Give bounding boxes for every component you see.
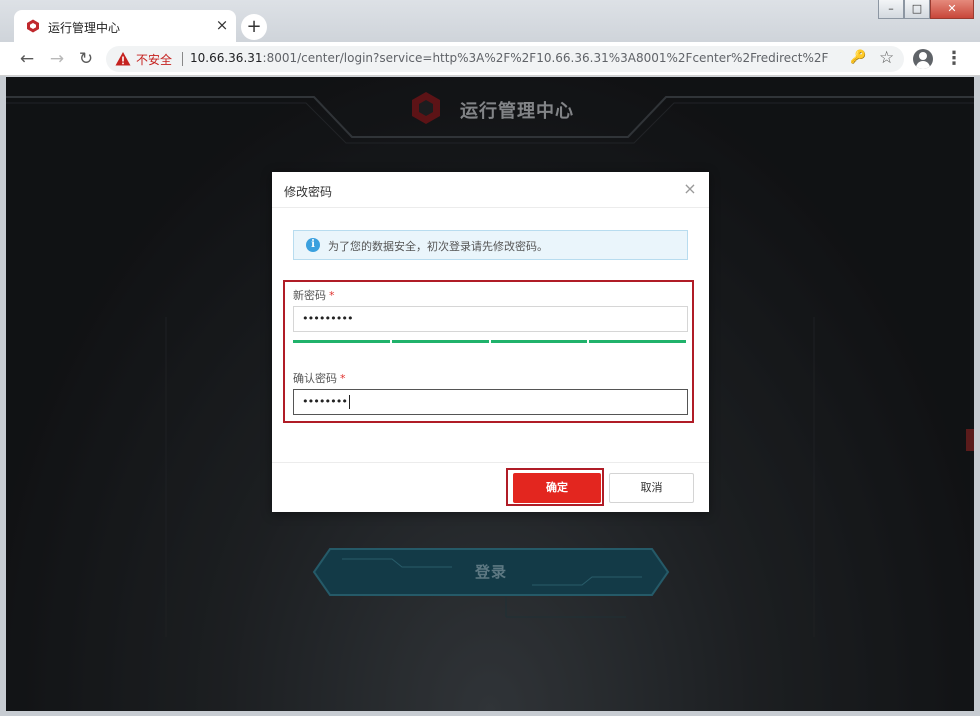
strength-segment: [293, 340, 390, 343]
browser-toolbar: ← → ↻ 不安全 10.66.36.31:8001/center/login?…: [0, 42, 980, 76]
security-label[interactable]: 不安全: [136, 51, 172, 68]
new-password-label: 新密码 *: [293, 287, 335, 303]
ok-button[interactable]: 确定: [513, 473, 601, 503]
strength-segment: [490, 340, 588, 343]
profile-icon[interactable]: [913, 49, 933, 69]
minimize-button[interactable]: –: [878, 0, 904, 19]
login-button-shape[interactable]: [312, 547, 670, 597]
required-mark: *: [329, 289, 335, 302]
back-icon[interactable]: ←: [16, 48, 38, 70]
forward-icon[interactable]: →: [46, 48, 68, 70]
warning-icon[interactable]: [115, 51, 131, 67]
tab-close-icon[interactable]: ×: [214, 16, 230, 34]
browser-titlebar: 运行管理中心 × + – □ ✕: [0, 0, 980, 44]
url-text[interactable]: 10.66.36.31:8001/center/login?service=ht…: [190, 51, 830, 65]
url-host: 10.66.36.31: [190, 51, 263, 65]
header-logo-icon: [412, 92, 440, 124]
bookmark-star-icon[interactable]: ☆: [879, 48, 894, 68]
key-icon[interactable]: 🔑: [850, 50, 866, 65]
dialog-title: 修改密码: [284, 185, 333, 199]
address-separator: [182, 52, 183, 66]
new-password-label-text: 新密码: [293, 289, 326, 302]
strength-segment: [391, 340, 489, 343]
address-bar[interactable]: 不安全 10.66.36.31:8001/center/login?servic…: [106, 46, 904, 72]
strength-segment: [589, 340, 686, 343]
password-form-highlight: 新密码 * ••••••••• 确认密码 * ••••••••: [283, 280, 694, 423]
confirm-password-value: ••••••••: [302, 395, 348, 408]
app-logo-icon: [27, 19, 39, 33]
new-tab-button[interactable]: +: [241, 14, 267, 40]
required-mark: *: [340, 372, 346, 385]
info-icon: i: [306, 238, 320, 252]
maximize-button[interactable]: □: [904, 0, 930, 19]
tab-title: 运行管理中心: [48, 21, 121, 35]
url-path: :8001/center/login?service=http%3A%2F%2F…: [262, 51, 829, 65]
reload-icon[interactable]: ↻: [75, 48, 97, 70]
menu-icon[interactable]: ⋮: [945, 48, 963, 70]
side-accent: [966, 429, 974, 451]
window-close-button[interactable]: ✕: [930, 0, 974, 19]
confirm-password-label: 确认密码 *: [293, 370, 346, 386]
password-strength-bar: [293, 340, 686, 343]
info-notice: i 为了您的数据安全，初次登录请先修改密码。: [293, 230, 688, 260]
confirm-password-field[interactable]: ••••••••: [293, 389, 688, 415]
change-password-dialog: 修改密码 × i 为了您的数据安全，初次登录请先修改密码。 新密码 * •••••…: [272, 172, 709, 512]
close-icon[interactable]: ×: [681, 180, 699, 198]
cancel-button[interactable]: 取消: [609, 473, 694, 503]
new-password-field[interactable]: •••••••••: [293, 306, 688, 332]
browser-tab[interactable]: 运行管理中心 ×: [14, 10, 236, 44]
notice-text: 为了您的数据安全，初次登录请先修改密码。: [328, 240, 548, 253]
text-caret: [348, 395, 350, 409]
dialog-header: 修改密码 ×: [272, 172, 709, 208]
page-header-title: 运行管理中心: [460, 101, 574, 122]
confirm-password-label-text: 确认密码: [293, 372, 337, 385]
window-controls: – □ ✕: [878, 0, 974, 20]
login-button-label[interactable]: 登录: [312, 561, 670, 582]
